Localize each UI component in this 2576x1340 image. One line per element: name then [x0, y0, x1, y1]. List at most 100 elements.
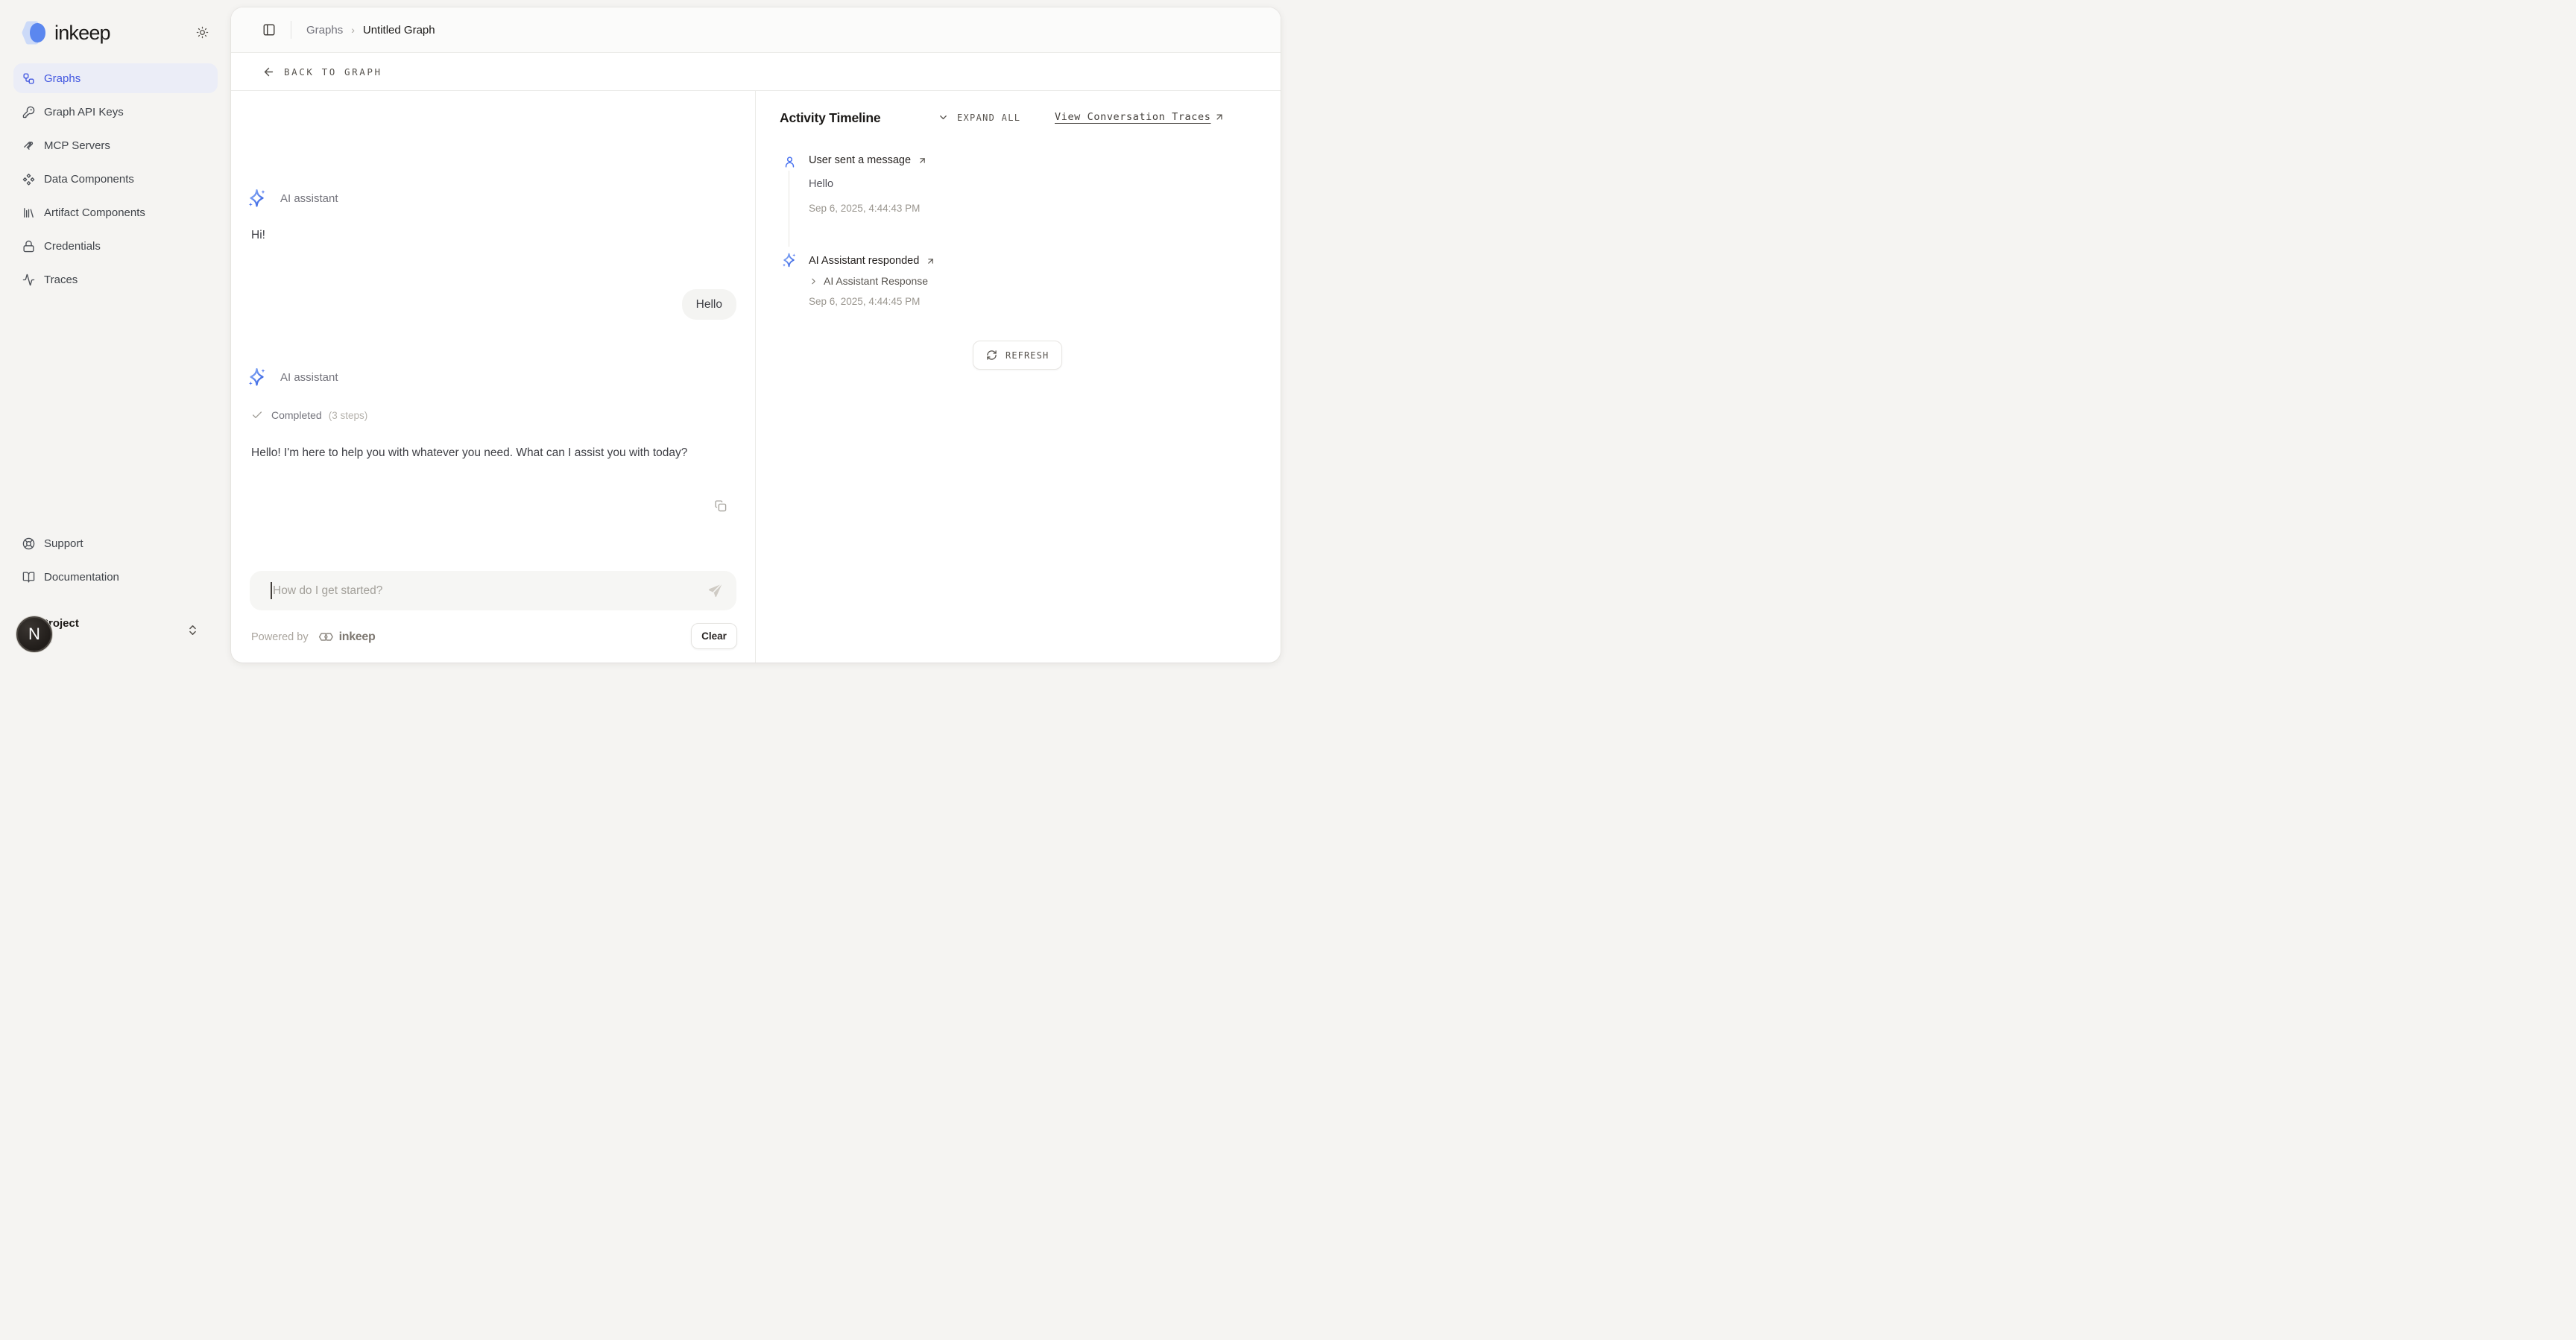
copy-icon	[714, 499, 727, 512]
sidebar-item-label: Credentials	[44, 240, 101, 253]
sparkles-icon	[246, 188, 268, 209]
back-to-graph-label: BACK TO GRAPH	[284, 66, 382, 78]
sidebar-item-credentials[interactable]: Credentials	[13, 231, 218, 261]
sparkles-icon	[246, 367, 268, 388]
sidebar-item-label: Traces	[44, 274, 78, 286]
component-icon	[22, 173, 35, 186]
activity-timeline-title: Activity Timeline	[780, 110, 880, 126]
chevrons-up-down-icon[interactable]	[186, 624, 199, 636]
activity-timeline-panel: Activity Timeline EXPAND ALL View Conver…	[755, 91, 1281, 663]
lifebuoy-icon	[22, 537, 35, 550]
assistant-response-label: AI Assistant Response	[824, 275, 928, 287]
powered-by-link[interactable]: Powered by inkeep	[251, 630, 375, 644]
timeline-entry-title: AI Assistant responded	[809, 255, 919, 267]
main-card: Graphs › Untitled Graph BACK TO GRAPH	[231, 7, 1281, 663]
sidebar: inkeep Graphs	[0, 0, 231, 670]
sidebar-item-label: Documentation	[44, 571, 119, 584]
inkeep-outline-icon	[318, 630, 335, 644]
arrow-left-icon	[262, 66, 275, 78]
book-open-icon	[22, 571, 35, 584]
sidebar-item-label: Graph API Keys	[44, 106, 124, 118]
sidebar-item-label: Data Components	[44, 173, 134, 186]
timeline-entry-timestamp: Sep 6, 2025, 4:44:43 PM	[809, 203, 920, 214]
panel-left-toggle-icon[interactable]	[262, 23, 276, 37]
sidebar-footer: Support Documentation	[13, 528, 218, 595]
mcp-icon	[22, 139, 35, 152]
timeline-entry-body: Hello	[809, 178, 833, 190]
powered-by-brand: inkeep	[339, 631, 376, 644]
copy-button[interactable]	[711, 496, 729, 514]
key-icon	[22, 106, 35, 118]
arrow-up-right-icon	[918, 156, 927, 165]
sun-icon	[196, 26, 209, 39]
theme-toggle-button[interactable]	[192, 22, 212, 42]
user-message-bubble: Hello	[682, 289, 736, 320]
back-to-graph-button[interactable]: BACK TO GRAPH	[231, 53, 1281, 91]
library-icon	[22, 206, 35, 219]
send-icon[interactable]	[706, 582, 723, 599]
avatar: N	[16, 616, 52, 652]
lock-icon	[22, 240, 35, 253]
chat-input-container	[250, 571, 736, 610]
assistant-message-1: Hi!	[251, 229, 265, 242]
card-content: AI assistant Hi! Hello AI assistant	[231, 91, 1281, 663]
inkeep-logo-text: inkeep	[54, 22, 110, 45]
activity-icon	[22, 274, 35, 286]
sidebar-nav: Graphs Graph API Keys MC	[13, 63, 218, 298]
sidebar-item-mcp-servers[interactable]: MCP Servers	[13, 130, 218, 160]
refresh-icon	[986, 350, 997, 361]
workflow-icon	[22, 72, 35, 85]
project-selector[interactable]: N Project ult	[0, 610, 224, 662]
inkeep-logo-icon	[19, 19, 49, 46]
chevron-down-icon	[938, 112, 949, 123]
clear-button-label: Clear	[701, 631, 727, 642]
chat-panel: AI assistant Hi! Hello AI assistant	[231, 91, 755, 663]
app-window: inkeep Graphs	[0, 0, 1288, 670]
sidebar-item-label: Artifact Components	[44, 206, 145, 219]
sidebar-item-traces[interactable]: Traces	[13, 265, 218, 294]
breadcrumb-separator: ›	[351, 24, 355, 36]
timeline-entry-user-message[interactable]: User sent a message	[809, 154, 927, 166]
assistant-label: AI assistant	[280, 371, 338, 384]
expand-all-button[interactable]: EXPAND ALL	[938, 112, 1020, 123]
expand-all-label: EXPAND ALL	[957, 113, 1020, 123]
sparkles-icon	[780, 252, 798, 269]
avatar-letter: N	[28, 625, 40, 644]
refresh-button[interactable]: REFRESH	[973, 341, 1062, 370]
clear-button[interactable]: Clear	[691, 623, 737, 649]
assistant-message-header: AI assistant	[246, 188, 338, 209]
view-traces-label: View Conversation Traces	[1055, 111, 1210, 123]
text-caret	[271, 582, 272, 599]
check-icon	[251, 409, 263, 421]
chevron-right-icon	[809, 276, 818, 286]
timeline-entry-timestamp: Sep 6, 2025, 4:44:45 PM	[809, 296, 920, 307]
refresh-button-label: REFRESH	[1006, 350, 1049, 361]
assistant-message-header: AI assistant	[246, 367, 338, 388]
sidebar-item-graphs[interactable]: Graphs	[13, 63, 218, 93]
sidebar-item-label: Graphs	[44, 72, 80, 85]
arrow-up-right-icon	[1214, 112, 1225, 122]
view-conversation-traces-link[interactable]: View Conversation Traces	[1055, 111, 1225, 123]
inkeep-logo[interactable]: inkeep	[19, 19, 110, 46]
user-icon	[783, 156, 796, 168]
card-header: Graphs › Untitled Graph	[231, 7, 1281, 53]
breadcrumb-graphs[interactable]: Graphs	[306, 24, 343, 37]
sidebar-item-artifact-components[interactable]: Artifact Components	[13, 197, 218, 227]
assistant-label: AI assistant	[280, 192, 338, 205]
powered-by-label: Powered by	[251, 631, 309, 643]
sidebar-item-support[interactable]: Support	[13, 528, 218, 558]
arrow-up-right-icon	[926, 256, 935, 266]
chat-input[interactable]	[250, 571, 736, 610]
timeline-entry-title: User sent a message	[809, 154, 911, 166]
assistant-message-2: Hello! I'm here to help you with whateve…	[251, 443, 715, 463]
status-steps: (3 steps)	[329, 410, 368, 421]
sidebar-item-data-components[interactable]: Data Components	[13, 164, 218, 194]
sidebar-item-graph-api-keys[interactable]: Graph API Keys	[13, 97, 218, 127]
sidebar-item-label: Support	[44, 537, 83, 550]
timeline-entry-assistant-response[interactable]: AI Assistant responded	[809, 255, 935, 267]
assistant-response-toggle[interactable]: AI Assistant Response	[809, 275, 928, 287]
sidebar-item-documentation[interactable]: Documentation	[13, 562, 218, 592]
sidebar-item-label: MCP Servers	[44, 139, 110, 152]
status-label: Completed	[271, 409, 322, 421]
completion-status[interactable]: Completed (3 steps)	[251, 409, 367, 421]
